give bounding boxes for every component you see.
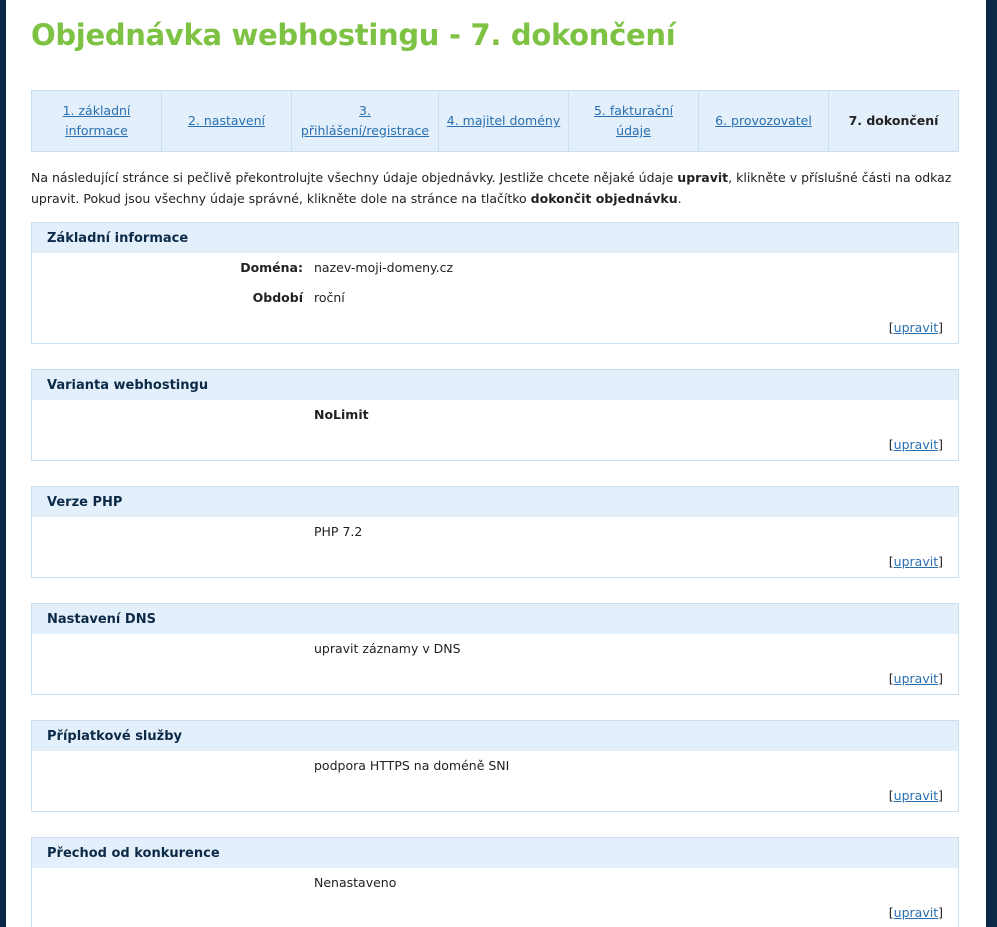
step-4-link[interactable]: 4. majitel domény <box>447 111 561 131</box>
bracket: ] <box>938 905 943 920</box>
edit-link[interactable]: upravit <box>894 671 938 686</box>
edit-link[interactable]: upravit <box>894 554 938 569</box>
step-7-current: 7. dokončení <box>848 113 939 128</box>
row-extra: podpora HTTPS na doméně SNI <box>32 751 958 781</box>
edit-link-wrap: [upravit] <box>889 788 943 803</box>
row-period: Období roční <box>32 283 958 313</box>
section-title: Základní informace <box>32 223 958 253</box>
row-label: Období <box>252 290 303 305</box>
section-title: Přechod od konkurence <box>32 838 958 868</box>
edit-link-wrap: [upravit] <box>889 437 943 452</box>
row-value: podpora HTTPS na doméně SNI <box>314 758 510 773</box>
bracket: ] <box>938 437 943 452</box>
bracket: ] <box>938 788 943 803</box>
edit-link[interactable]: upravit <box>894 788 938 803</box>
edit-link-wrap: [upravit] <box>889 554 943 569</box>
bracket: ] <box>938 671 943 686</box>
section-dns-settings: Nastavení DNS upravit záznamy v DNS [upr… <box>31 603 959 695</box>
step-3: 3. přihlášení/registrace <box>292 91 439 151</box>
edit-link[interactable]: upravit <box>894 905 938 920</box>
step-5: 5. fakturační údaje <box>569 91 699 151</box>
intro-bold-edit: upravit <box>677 170 729 185</box>
page: Objednávka webhostingu - 7. dokončení 1.… <box>6 0 986 927</box>
row-dns: upravit záznamy v DNS <box>32 634 958 664</box>
edit-link-wrap: [upravit] <box>889 905 943 920</box>
row-value: PHP 7.2 <box>314 524 363 539</box>
row-value: Nenastaveno <box>314 875 397 890</box>
step-3-link[interactable]: 3. přihlášení/registrace <box>298 101 432 141</box>
row-transfer: Nenastaveno <box>32 868 958 898</box>
step-1-link[interactable]: 1. základní informace <box>38 101 155 141</box>
step-1: 1. základní informace <box>32 91 162 151</box>
step-6: 6. provozovatel <box>699 91 829 151</box>
edit-link[interactable]: upravit <box>894 320 938 335</box>
step-2: 2. nastavení <box>162 91 292 151</box>
row-label: Doména: <box>240 260 303 275</box>
row-domain: Doména: nazev-moji-domeny.cz <box>32 253 958 283</box>
edit-link-wrap: [upravit] <box>889 320 943 335</box>
section-hosting-variant: Varianta webhostingu NoLimit [upravit] <box>31 369 959 461</box>
section-title: Varianta webhostingu <box>32 370 958 400</box>
edit-link[interactable]: upravit <box>894 437 938 452</box>
section-competitor-transfer: Přechod od konkurence Nenastaveno [uprav… <box>31 837 959 927</box>
row-value: NoLimit <box>314 407 369 422</box>
section-title: Nastavení DNS <box>32 604 958 634</box>
page-title: Objednávka webhostingu - 7. dokončení <box>31 18 676 52</box>
row-value: upravit záznamy v DNS <box>314 641 461 656</box>
row-php: PHP 7.2 <box>32 517 958 547</box>
edit-link-wrap: [upravit] <box>889 671 943 686</box>
intro-part-3: . <box>677 191 682 206</box>
section-extra-services: Příplatkové služby podpora HTTPS na domé… <box>31 720 959 812</box>
step-2-link[interactable]: 2. nastavení <box>188 111 265 131</box>
section-php-version: Verze PHP PHP 7.2 [upravit] <box>31 486 959 578</box>
section-title: Příplatkové služby <box>32 721 958 751</box>
intro-text: Na následující stránce si pečlivě překon… <box>31 167 961 209</box>
intro-part-1: Na následující stránce si pečlivě překon… <box>31 170 678 185</box>
section-title: Verze PHP <box>32 487 958 517</box>
section-basic-info: Základní informace Doména: nazev-moji-do… <box>31 222 959 344</box>
row-value: roční <box>314 290 345 305</box>
intro-bold-finish: dokončit objednávku <box>530 191 678 206</box>
order-steps-nav: 1. základní informace 2. nastavení 3. př… <box>31 90 959 152</box>
step-4: 4. majitel domény <box>439 91 569 151</box>
step-5-link[interactable]: 5. fakturační údaje <box>575 101 692 141</box>
bracket: ] <box>938 554 943 569</box>
step-6-link[interactable]: 6. provozovatel <box>715 111 812 131</box>
row-variant: NoLimit <box>32 400 958 430</box>
row-value: nazev-moji-domeny.cz <box>314 260 454 275</box>
bracket: ] <box>938 320 943 335</box>
